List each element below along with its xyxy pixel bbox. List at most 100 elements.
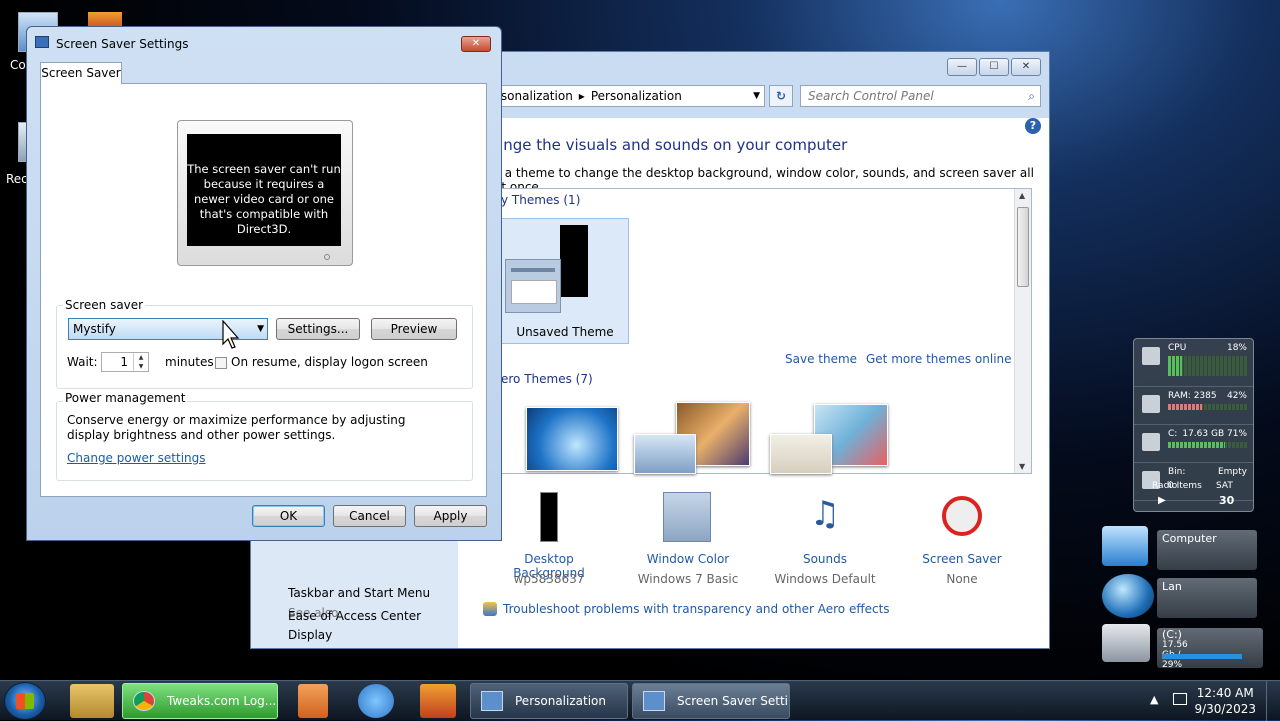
taskbar-chrome-label: Tweaks.com Log... <box>167 694 277 708</box>
window-color-link[interactable]: Window Color <box>628 552 748 566</box>
computer-icon <box>1102 526 1148 566</box>
cancel-button[interactable]: Cancel <box>333 505 406 527</box>
drive-row: C: 17.63 GB 71% <box>1134 425 1253 463</box>
tab-screen-saver[interactable]: Screen Saver <box>40 62 122 84</box>
ram-meter <box>1168 404 1248 410</box>
address-bar[interactable]: rsonalization ▸ Personalization ▼ <box>487 85 765 107</box>
address-dropdown-icon[interactable]: ▼ <box>753 86 760 106</box>
users-pinned-icon[interactable] <box>358 684 394 718</box>
minutes-label: minutes <box>165 355 214 369</box>
chevron-down-icon[interactable]: ▼ <box>257 319 264 339</box>
side-link-ease-of-access[interactable]: Ease of Access Center <box>288 609 421 623</box>
search-placeholder: Search Control Panel <box>808 89 934 103</box>
day-label: SAT <box>1216 481 1233 491</box>
scroll-thumb[interactable] <box>1017 207 1029 287</box>
maximize-button[interactable]: ☐ <box>979 58 1009 76</box>
ram-meter-fill <box>1168 404 1202 410</box>
aero-theme-architecture-front[interactable] <box>634 434 696 474</box>
change-power-settings-link[interactable]: Change power settings <box>67 451 206 465</box>
drive-label: C: <box>1168 429 1178 439</box>
search-icon[interactable]: ⌕ <box>1028 86 1035 106</box>
desktop-background-icon <box>540 492 558 542</box>
settings-button[interactable]: Settings... <box>276 318 360 340</box>
scroll-down-icon[interactable]: ▼ <box>1019 462 1025 471</box>
hard-disk-icon <box>1102 624 1150 662</box>
wait-label: Wait: <box>67 355 98 369</box>
breadcrumb-item[interactable]: Personalization <box>591 89 682 103</box>
breadcrumb-item[interactable]: rsonalization <box>496 89 573 103</box>
system-monitor-gadget: CPU 18% RAM: 2385 42% C: 17.63 GB 71% Bi… <box>1133 338 1254 512</box>
theme-tile-unsaved[interactable]: Unsaved Theme <box>501 218 629 344</box>
taskbar: Tweaks.com Log... Personalization Screen… <box>0 680 1280 721</box>
screen-saver-icon <box>942 496 982 536</box>
cpu-label: CPU <box>1168 343 1187 353</box>
preview-button[interactable]: Preview <box>371 318 457 340</box>
radio-date-row: Radio ▶ SAT 30 <box>1134 481 1253 513</box>
monitor-power-led-icon <box>324 254 330 260</box>
themes-scrollbar[interactable]: ▲ ▼ <box>1014 189 1031 473</box>
show-desktop-button[interactable] <box>1266 681 1280 721</box>
desktop-icon-label-recycle: Rec <box>6 172 28 186</box>
refresh-button[interactable]: ↻ <box>769 85 793 107</box>
sounds-icon: ♫ <box>809 494 841 534</box>
side-link-display[interactable]: Display <box>288 628 332 642</box>
minimize-button[interactable]: — <box>947 58 977 76</box>
aero-themes-title: ero Themes (7) <box>501 372 593 386</box>
clock-date: 9/30/2023 <box>1194 702 1256 716</box>
stepper-arrows-icon[interactable]: ▲ ▼ <box>133 353 148 371</box>
taskbar-personalization[interactable]: Personalization <box>470 683 628 719</box>
ram-icon <box>1142 395 1160 413</box>
radio-label: Radio <box>1152 481 1178 491</box>
clock-time: 12:40 AM <box>1196 686 1254 700</box>
globe-icon <box>1102 574 1154 618</box>
day-number: 30 <box>1219 494 1235 507</box>
wait-minutes-stepper[interactable]: 1 ▲ ▼ <box>101 352 149 372</box>
get-more-themes-link[interactable]: Get more themes online <box>866 352 1012 366</box>
drive-icon <box>1142 433 1160 451</box>
window-color-icon <box>663 492 711 542</box>
taskbar-chrome[interactable]: Tweaks.com Log... <box>122 683 278 719</box>
screen-saver-link[interactable]: Screen Saver <box>902 552 1022 566</box>
save-theme-link[interactable]: Save theme <box>785 352 857 366</box>
network-icon[interactable] <box>1173 693 1187 705</box>
logon-screen-checkbox[interactable] <box>215 357 227 369</box>
cpu-value: 18% <box>1226 343 1247 353</box>
logon-screen-label[interactable]: On resume, display logon screen <box>231 355 428 369</box>
sounds-link[interactable]: Sounds <box>765 552 885 566</box>
ram-row: RAM: 2385 42% <box>1134 387 1253 425</box>
ok-button[interactable]: OK <box>252 505 325 527</box>
side-link-taskbar[interactable]: Taskbar and Start Menu <box>288 586 430 600</box>
cpu-meter <box>1168 356 1248 376</box>
apply-button[interactable]: Apply <box>414 505 487 527</box>
taskbar-screen-saver-label: Screen Saver Setti... <box>677 694 790 708</box>
search-input[interactable]: Search Control Panel ⌕ <box>800 85 1041 107</box>
media-player-pinned-icon[interactable] <box>298 684 328 718</box>
tray-expand-icon[interactable]: ▲ <box>1150 693 1158 706</box>
aero-theme-windows7[interactable] <box>526 407 618 471</box>
explorer-pinned-icon[interactable] <box>70 684 114 718</box>
troubleshoot-link[interactable]: Troubleshoot problems with transparency … <box>503 602 890 616</box>
theme-tile-label: Unsaved Theme <box>516 325 614 339</box>
help-icon[interactable]: ? <box>1025 118 1041 134</box>
drive-value: 17.63 GB 71% <box>1182 429 1247 439</box>
page-heading: ange the visuals and sounds on your comp… <box>494 136 848 154</box>
aero-theme-characters-front[interactable] <box>770 434 832 474</box>
taskbar-screen-saver[interactable]: Screen Saver Setti... <box>632 683 790 719</box>
screen-saver-value: None <box>946 572 978 586</box>
start-button[interactable] <box>4 682 46 720</box>
my-themes-title: y Themes (1) <box>501 193 581 207</box>
preview-message: The screen saver can't run because it re… <box>187 134 341 246</box>
clock[interactable]: 12:40 AM 9/30/2023 <box>1194 685 1256 717</box>
screen-saver-dialog: Screen Saver Settings ✕ Screen Saver The… <box>26 26 502 541</box>
wait-minutes-value: 1 <box>120 355 128 369</box>
scroll-up-icon[interactable]: ▲ <box>1019 191 1025 200</box>
cpu-row: CPU 18% <box>1134 339 1253 387</box>
taskbar-personalization-label: Personalization <box>515 694 606 708</box>
close-button[interactable]: ✕ <box>1011 58 1041 76</box>
tweak-tool-pinned-icon[interactable] <box>420 684 456 718</box>
play-icon[interactable]: ▶ <box>1158 495 1166 506</box>
personalization-icon <box>481 691 503 711</box>
theme-preview-background <box>560 225 588 297</box>
close-button[interactable]: ✕ <box>461 36 491 52</box>
breadcrumb-arrow-icon: ▸ <box>578 89 585 103</box>
